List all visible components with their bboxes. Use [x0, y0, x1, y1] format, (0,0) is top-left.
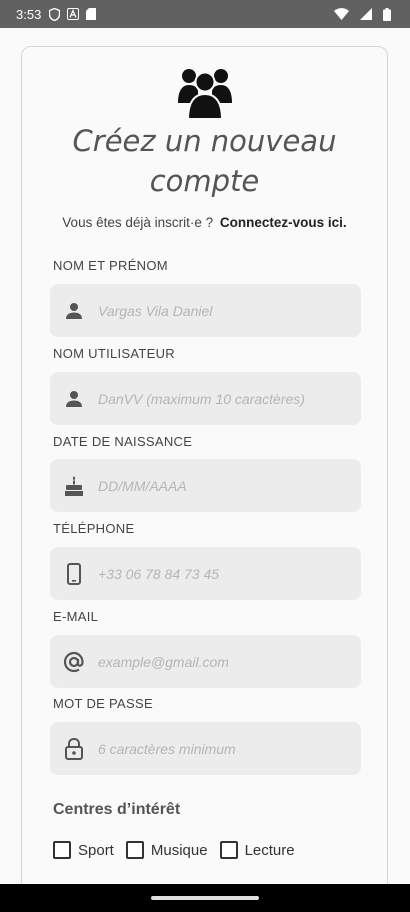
login-prompt-text: Vous êtes déjà inscrit·e ? [62, 215, 214, 230]
interest-sport-label: Sport [78, 841, 114, 859]
birthdate-placeholder: DD/MM/AAAA [98, 477, 187, 494]
interest-reading-label: Lecture [244, 841, 295, 859]
birthdate-field[interactable]: DD/MM/AAAA [50, 459, 361, 512]
status-bar: 3:53 [0, 0, 410, 28]
phone-field[interactable]: +33 06 78 84 73 45 [50, 547, 361, 600]
signal-icon [360, 8, 372, 20]
wifi-icon [334, 8, 349, 20]
at-icon [50, 651, 98, 673]
signup-card: Créez un nouveau compte Vous êtes déjà i… [21, 46, 388, 884]
status-time: 3:53 [16, 6, 42, 22]
login-link[interactable]: Connectez-vous ici. [220, 215, 347, 230]
phone-placeholder: +33 06 78 84 73 45 [98, 565, 220, 582]
birthdate-label: DATE DE NAISSANCE [53, 434, 193, 449]
sd-card-icon [86, 8, 97, 20]
password-field[interactable]: 6 caractères minimum [50, 722, 361, 775]
interest-sport-checkbox[interactable]: Sport [53, 841, 114, 859]
person-icon [50, 302, 98, 320]
interest-reading-checkbox[interactable]: Lecture [219, 841, 295, 859]
login-prompt: Vous êtes déjà inscrit·e ? Connectez-vou… [22, 215, 387, 230]
checkbox-box[interactable] [125, 841, 144, 859]
fullname-field[interactable]: Vargas Vila Daniel [50, 284, 361, 337]
checkbox-box[interactable] [53, 841, 71, 859]
person-icon [50, 390, 98, 408]
email-field[interactable]: example@gmail.com [50, 635, 361, 688]
home-gesture-handle[interactable] [151, 896, 259, 900]
username-placeholder: DanVV (maximum 10 caractères) [98, 390, 305, 407]
users-group-icon [177, 67, 233, 120]
battery-icon [383, 7, 391, 21]
signup-screen: Créez un nouveau compte Vous êtes déjà i… [0, 28, 410, 884]
phone-icon [50, 562, 98, 585]
email-placeholder: example@gmail.com [98, 653, 229, 670]
username-field[interactable]: DanVV (maximum 10 caractères) [50, 372, 361, 425]
fullname-placeholder: Vargas Vila Daniel [98, 302, 213, 319]
a-icon [67, 8, 80, 20]
password-placeholder: 6 caractères minimum [98, 740, 236, 757]
shield-icon [49, 7, 61, 21]
lock-icon [50, 737, 98, 760]
page-title: Créez un nouveau compte [72, 124, 337, 198]
fullname-label: NOM ET PRÉNOM [53, 258, 168, 273]
cake-icon [50, 475, 98, 496]
username-label: NOM UTILISATEUR [53, 346, 175, 361]
phone-label: TÉLÉPHONE [53, 521, 135, 536]
interests-title: Centres d’intérêt [53, 801, 181, 818]
password-label: MOT DE PASSE [53, 696, 153, 711]
checkbox-box[interactable] [219, 841, 238, 859]
email-label: E-MAIL [53, 609, 99, 624]
navigation-bar [0, 884, 410, 912]
interests-checkboxes: Sport Musique Lecture [53, 841, 307, 859]
interest-music-label: Musique [150, 841, 208, 859]
interest-music-checkbox[interactable]: Musique [125, 841, 208, 859]
